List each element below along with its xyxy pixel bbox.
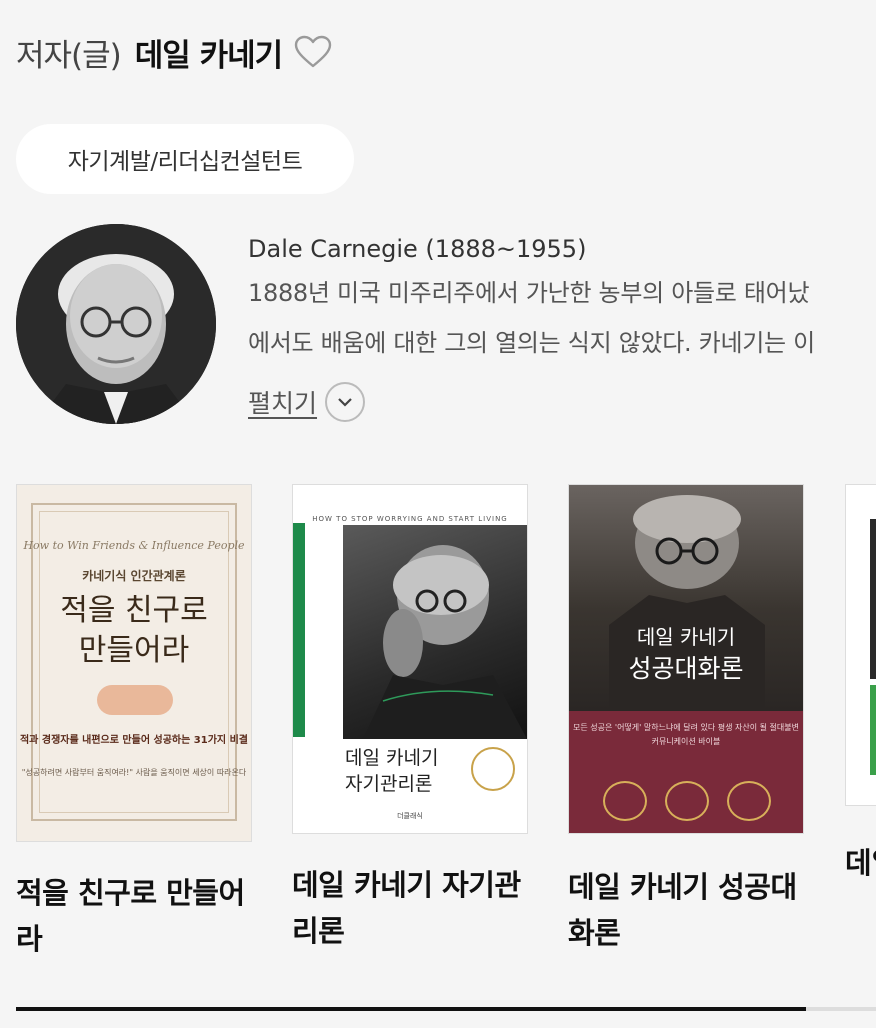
cover-green-stripe	[870, 685, 876, 775]
laurel-badge-icon	[471, 747, 515, 791]
author-avatar	[16, 224, 216, 424]
author-role: 저자(글)	[16, 37, 122, 74]
laurel-icon	[665, 781, 709, 821]
book-cover[interactable]: How to Win Friends & Influence People 카네…	[16, 484, 252, 842]
cover-top-line: HOW TO STOP WORRYING AND START LIVING	[312, 515, 508, 523]
book-cover[interactable]: HOW TO STOP WORRYING AND START LIVING 데일…	[292, 484, 528, 834]
cover-portrait	[870, 519, 876, 679]
book-title[interactable]: 데일 카네기 자기계발	[845, 840, 876, 886]
book-title[interactable]: 적을 친구로 만들어라	[16, 870, 256, 962]
expand-toggle[interactable]: 펼치기	[248, 380, 366, 424]
author-name: 데일 카네기	[134, 37, 283, 74]
bio-line-1: 1888년 미국 미주리주에서 가난한 농부의 아들로 태어났	[248, 279, 810, 307]
chevron-down-icon[interactable]	[325, 382, 366, 422]
laurel-icon	[603, 781, 647, 821]
cover-portrait	[343, 525, 527, 739]
handshake-illustration	[97, 685, 173, 715]
cover-blurb-2: "성공하려면 사람부터 움직여라!" 사람을 움직이면 세상이 따라온다	[21, 768, 247, 777]
book-cover[interactable]	[845, 484, 876, 806]
cover-title-line2: 성공대화론	[628, 654, 744, 683]
author-detail-page: 저자(글) 데일 카네기 자기계발/리더십컨설턴트 Dale Carnegie …	[0, 0, 876, 1028]
bio-title: Dale Carnegie (1888~1955)	[248, 235, 587, 263]
book-card[interactable]: HOW TO STOP WORRYING AND START LIVING 데일…	[292, 484, 528, 948]
cover-subtitle: 카네기식 인간관계론	[82, 569, 186, 583]
book-card[interactable]: 데일 카네기 성공대화론 모든 성공은 '어떻게' 말하느냐에 달려 있다 평생…	[568, 484, 804, 950]
cover-blurb: 적과 경쟁자를 내편으로 만들어 성공하는 31가지 비결	[19, 735, 248, 746]
expand-label[interactable]: 펼치기	[248, 384, 317, 420]
book-card[interactable]: 데일 카네기 자기계발	[845, 484, 876, 880]
horizontal-scrollbar-thumb[interactable]	[16, 1007, 806, 1011]
laurel-icon	[727, 781, 771, 821]
author-header: 저자(글) 데일 카네기	[16, 28, 332, 76]
author-bio: Dale Carnegie (1888~1955) 1888년 미국 미주리주에…	[248, 230, 876, 368]
book-title[interactable]: 데일 카네기 성공대화론	[568, 864, 808, 956]
cover-title-line2: 자기관리론	[345, 773, 433, 795]
book-title[interactable]: 데일 카네기 자기관리론	[292, 862, 532, 954]
cover-title-line2: 만들어라	[78, 633, 190, 668]
cover-band-text: 모든 성공은 '어떻게' 말하느냐에 달려 있다 평생 자산이 될 절대불변 커…	[572, 723, 799, 746]
cover-green-stripe	[293, 523, 305, 737]
cover-publisher: 더클래식	[397, 812, 423, 820]
cover-english-title: How to Win Friends & Influence People	[23, 539, 245, 552]
cover-title-line1: 데일 카네기	[345, 747, 439, 769]
book-cover[interactable]: 데일 카네기 성공대화론 모든 성공은 '어떻게' 말하느냐에 달려 있다 평생…	[568, 484, 804, 834]
heart-outline-icon[interactable]	[294, 35, 332, 69]
book-card[interactable]: How to Win Friends & Influence People 카네…	[16, 484, 252, 956]
cover-title-line1: 데일 카네기	[636, 625, 736, 649]
bio-line-2: 에서도 배움에 대한 그의 열의는 식지 않았다. 카네기는 이	[248, 329, 815, 357]
category-tag[interactable]: 자기계발/리더십컨설턴트	[16, 124, 354, 194]
cover-title-line1: 적을 친구로	[60, 593, 208, 628]
